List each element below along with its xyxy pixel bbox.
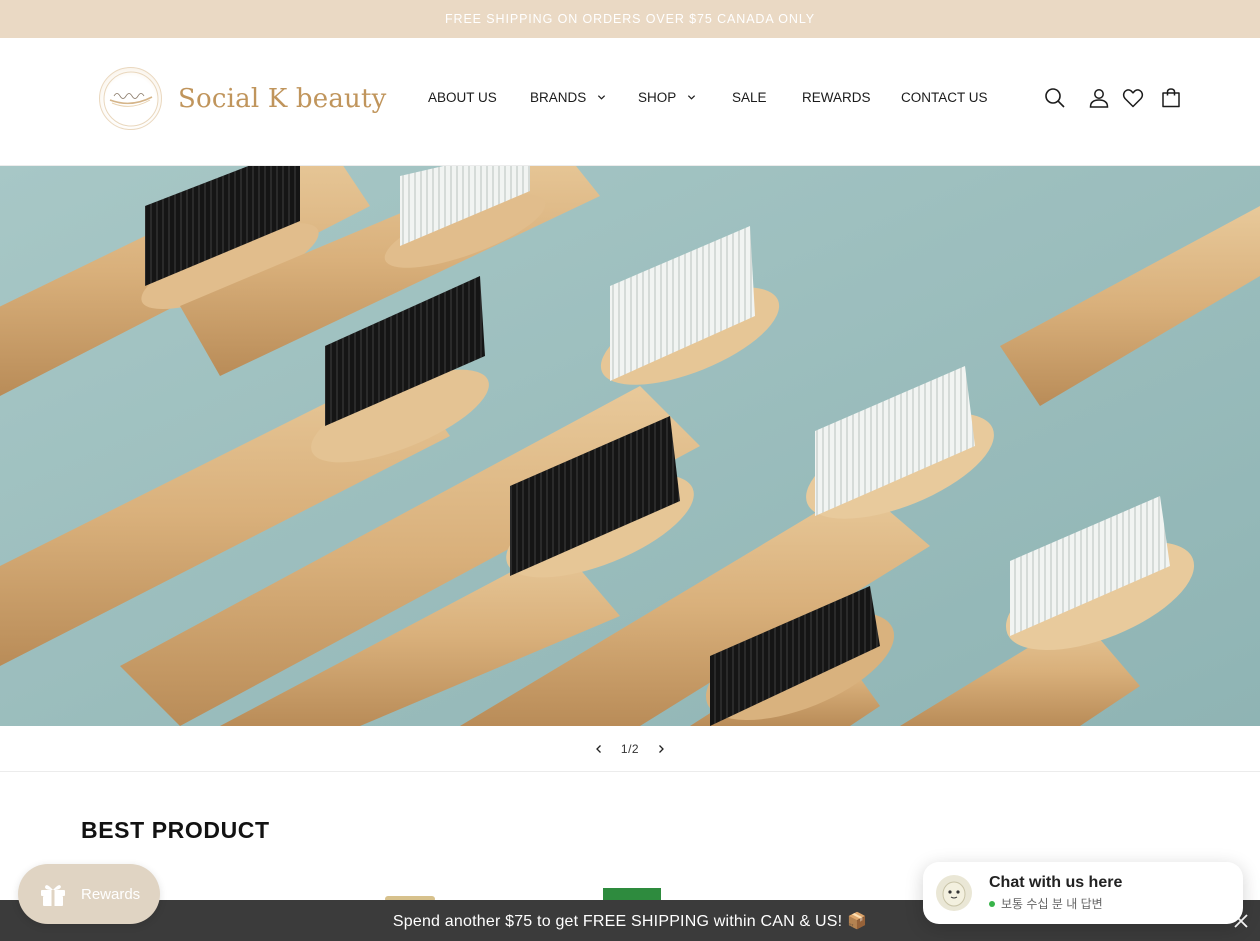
chat-status-text: 보통 수십 분 내 답변 bbox=[1001, 897, 1103, 911]
chevron-right-icon bbox=[659, 744, 665, 753]
brand-logo-link[interactable]: Social K beauty bbox=[99, 67, 387, 130]
chevron-down-icon bbox=[688, 95, 696, 100]
nav-item-rewards[interactable]: REWARDS bbox=[802, 90, 871, 105]
online-status-dot bbox=[989, 900, 995, 907]
cart-icon[interactable] bbox=[1159, 86, 1183, 110]
chat-bot-icon bbox=[942, 881, 966, 907]
site-header: Social K beauty ABOUT US BRANDS SHOP SAL… bbox=[0, 38, 1260, 166]
nav-item-label: REWARDS bbox=[802, 90, 871, 105]
rewards-label: Rewards bbox=[81, 885, 141, 903]
nav-item-brands[interactable]: BRANDS bbox=[530, 90, 606, 105]
account-icon[interactable] bbox=[1087, 86, 1111, 110]
chat-text: Chat with us here 보통 수십 분 내 답변 bbox=[989, 874, 1122, 912]
nav-item-label: SALE bbox=[732, 90, 767, 105]
brand-name: Social K beauty bbox=[178, 83, 387, 114]
nav-item-label: SHOP bbox=[638, 90, 677, 105]
previous-slide-button[interactable] bbox=[577, 727, 621, 771]
announcement-bar: FREE SHIPPING ON ORDERS OVER $75 CANADA … bbox=[0, 0, 1260, 38]
chat-status: 보통 수십 분 내 답변 bbox=[989, 895, 1122, 912]
gift-icon bbox=[41, 885, 65, 906]
brand-logo-badge bbox=[99, 67, 162, 130]
wishlist-heart-icon[interactable] bbox=[1121, 86, 1145, 110]
slide-counter: 1/2 bbox=[620, 741, 640, 756]
shipping-bar-text: Spend another $75 to get FREE SHIPPING w… bbox=[392, 912, 868, 930]
hero-image bbox=[0, 166, 1260, 726]
hero-slideshow[interactable] bbox=[0, 166, 1260, 726]
chat-title: Chat with us here bbox=[989, 874, 1123, 891]
chat-widget[interactable]: Chat with us here 보통 수십 분 내 답변 bbox=[923, 862, 1243, 924]
chat-avatar bbox=[936, 875, 972, 911]
search-icon[interactable] bbox=[1043, 86, 1067, 110]
nav-item-sale[interactable]: SALE bbox=[732, 90, 767, 105]
nav-item-shop[interactable]: SHOP bbox=[638, 90, 696, 105]
announcement-text: FREE SHIPPING ON ORDERS OVER $75 CANADA … bbox=[444, 12, 815, 26]
next-slide-button[interactable] bbox=[639, 727, 683, 771]
nav-item-label: ABOUT US bbox=[428, 90, 497, 105]
nav-item-about-us[interactable]: ABOUT US bbox=[428, 90, 497, 105]
rewards-launcher-button[interactable]: Rewards bbox=[18, 864, 160, 924]
nav-item-label: BRANDS bbox=[530, 90, 587, 105]
chevron-down-icon bbox=[598, 95, 606, 100]
logo-emblem-icon bbox=[103, 71, 158, 126]
nav-item-label: CONTACT US bbox=[901, 90, 988, 105]
section-title: BEST PRODUCT bbox=[81, 817, 270, 843]
nav-item-contact-us[interactable]: CONTACT US bbox=[901, 90, 988, 105]
slideshow-controls: 1/2 bbox=[0, 726, 1260, 772]
chevron-left-icon bbox=[595, 744, 601, 753]
